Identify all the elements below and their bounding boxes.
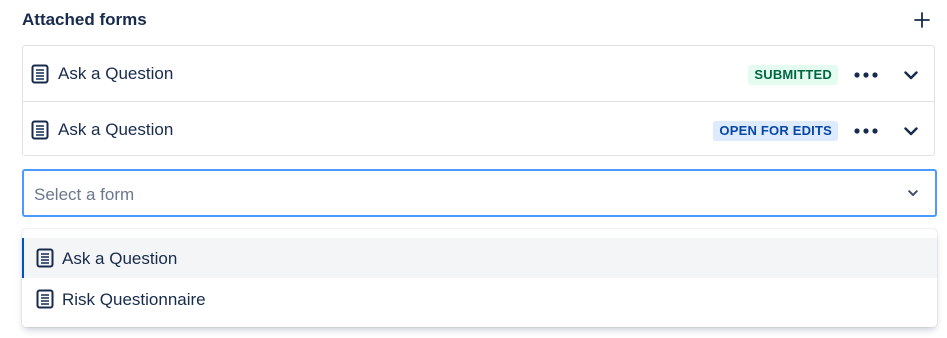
- form-name[interactable]: Ask a Question: [58, 120, 173, 140]
- form-name[interactable]: Ask a Question: [58, 64, 173, 84]
- attached-form-row[interactable]: Ask a Question SUBMITTED: [23, 46, 934, 101]
- status-badge: SUBMITTED: [748, 65, 838, 85]
- plus-icon: [914, 12, 930, 28]
- expand-form-button[interactable]: [900, 120, 922, 142]
- status-badge: OPEN FOR EDITS: [713, 121, 838, 141]
- more-icon: [854, 128, 878, 134]
- form-select[interactable]: Select a form: [22, 169, 937, 217]
- more-icon: [854, 72, 878, 78]
- form-document-icon: [31, 64, 49, 84]
- expand-form-button[interactable]: [900, 64, 922, 86]
- menu-option[interactable]: Risk Questionnaire: [22, 279, 937, 319]
- option-label: Ask a Question: [62, 249, 178, 268]
- select-placeholder: Select a form: [34, 185, 135, 204]
- more-actions-button[interactable]: [852, 64, 880, 86]
- chevron-down-icon[interactable]: [905, 185, 921, 201]
- form-document-icon: [31, 120, 49, 140]
- option-label: Risk Questionnaire: [62, 290, 206, 309]
- attached-form-row[interactable]: Ask a Question OPEN FOR EDITS: [23, 101, 934, 157]
- form-document-icon: [36, 248, 54, 268]
- attached-forms-header: Attached forms: [22, 8, 934, 34]
- menu-option[interactable]: Ask a Question: [22, 238, 937, 278]
- chevron-down-icon: [904, 70, 918, 79]
- attached-forms-list: Ask a Question SUBMITTED Ask a Question …: [22, 45, 935, 156]
- section-title: Attached forms: [22, 10, 147, 29]
- add-form-button[interactable]: [910, 8, 934, 32]
- form-options-menu: Ask a Question Risk Questionnaire: [22, 229, 937, 327]
- more-actions-button[interactable]: [852, 120, 880, 142]
- form-document-icon: [36, 289, 54, 309]
- chevron-down-icon: [904, 126, 918, 135]
